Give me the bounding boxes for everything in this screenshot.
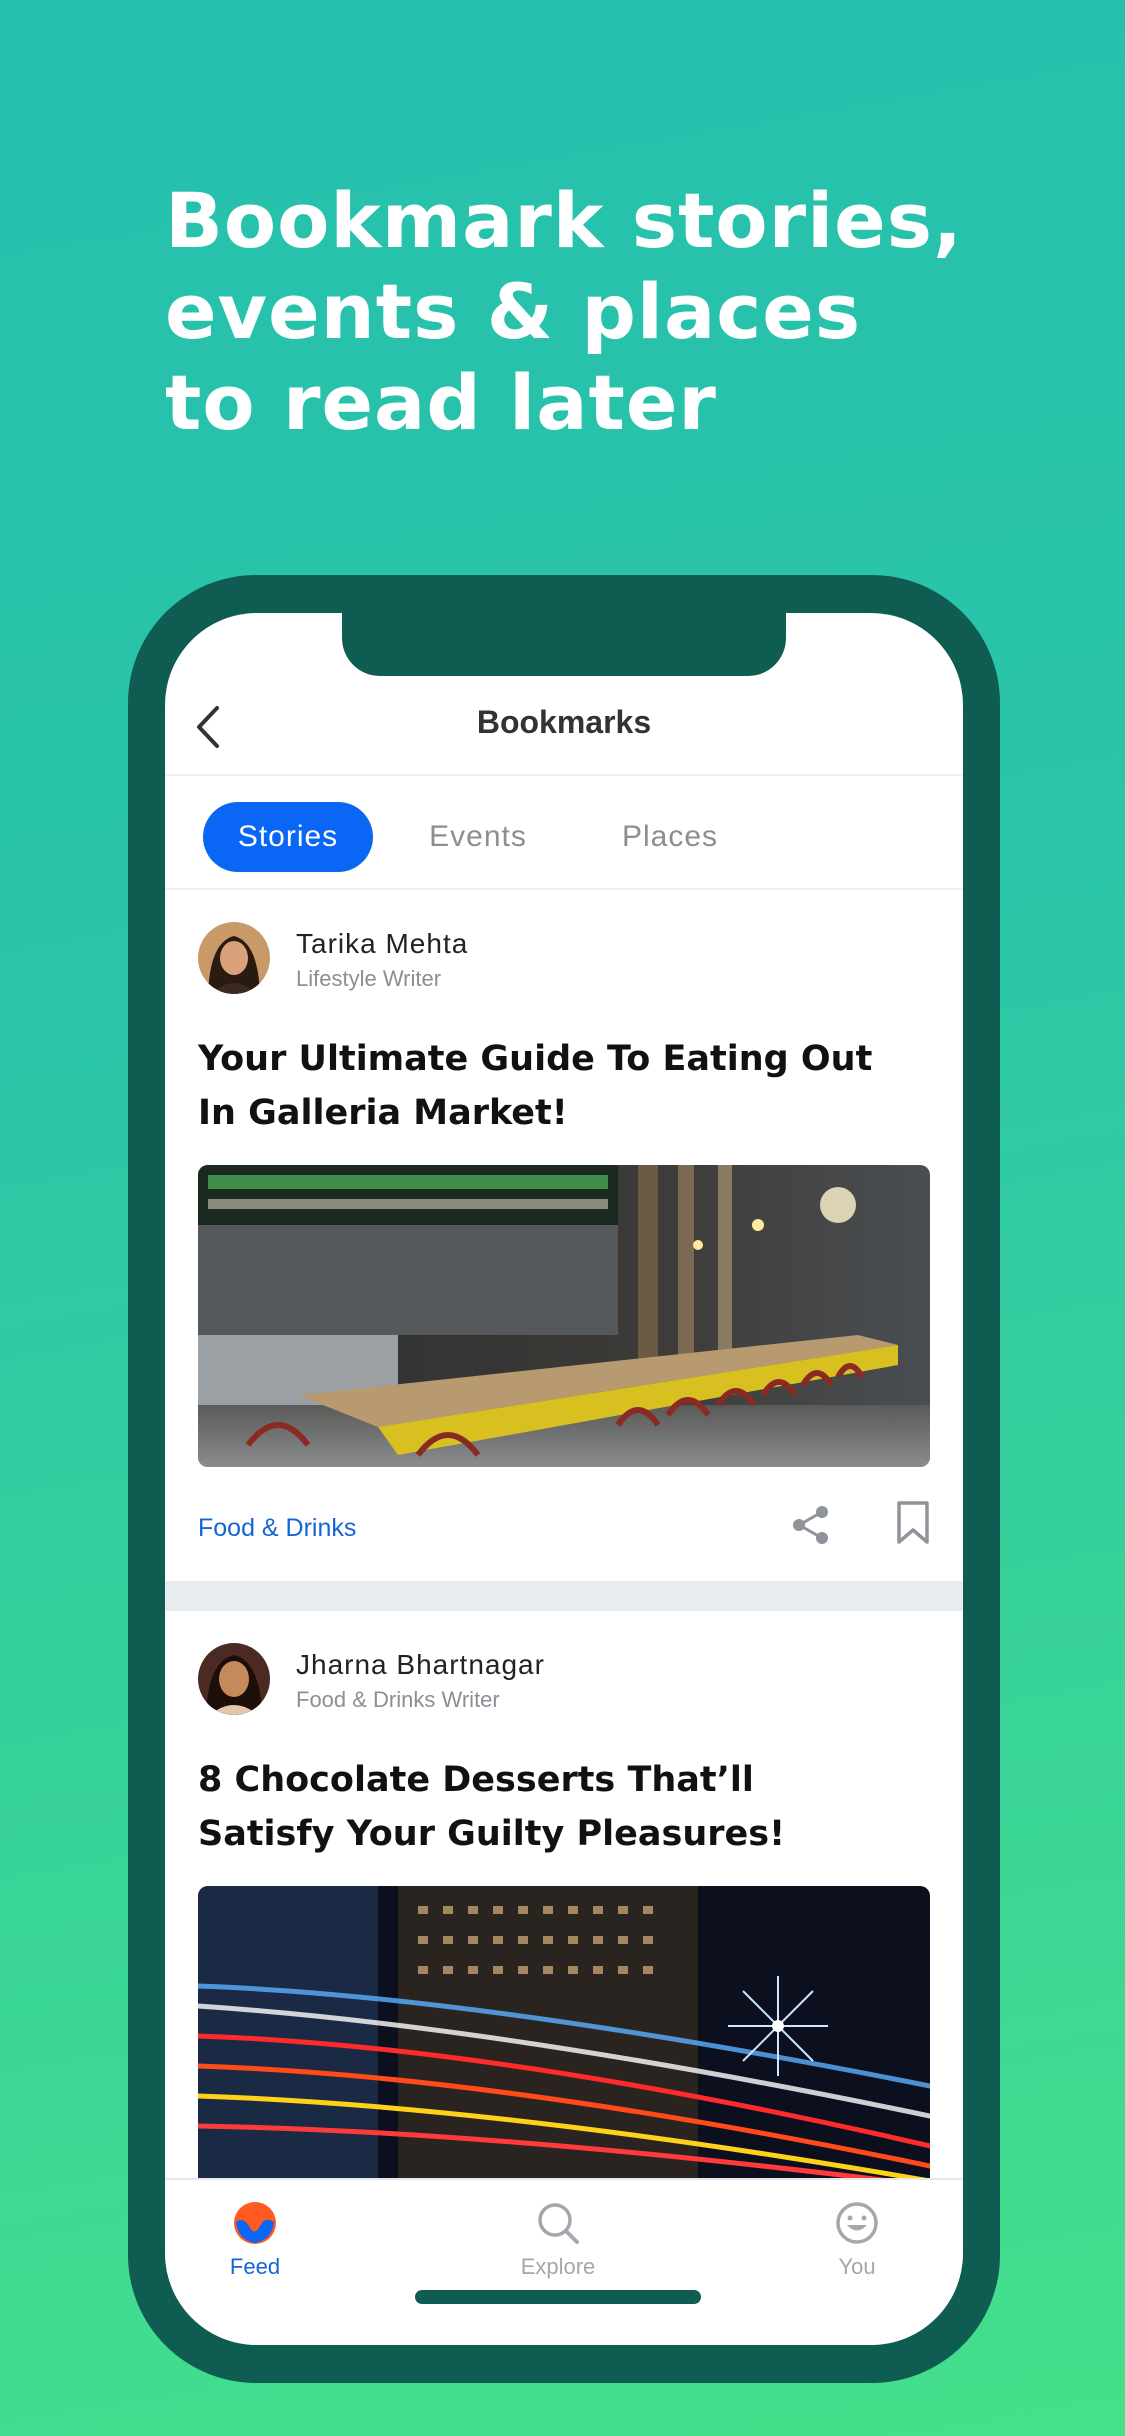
avatar[interactable]	[198, 1643, 270, 1715]
page-title: Bookmarks	[476, 704, 652, 740]
segment-tabs: Stories Events Places	[165, 778, 963, 890]
author-role: Lifestyle Writer	[296, 966, 442, 991]
share-icon	[793, 1506, 828, 1544]
navigation-bar: Bookmarks	[165, 676, 963, 776]
story-title[interactable]: Your Ultimate Guide To Eating Out In Gal…	[198, 1032, 918, 1140]
bookmark-icon	[897, 1501, 929, 1544]
tab-stories[interactable]: Stories	[203, 802, 373, 872]
author-name[interactable]: Jharna Bhartnagar	[296, 1649, 545, 1681]
category-link[interactable]: Food & Drinks	[198, 1514, 356, 1543]
tabbar-item-feed[interactable]: Feed	[185, 2200, 325, 2290]
headline-line-3: to read later	[165, 358, 717, 447]
phone-notch	[342, 613, 786, 676]
home-indicator[interactable]	[415, 2290, 701, 2304]
smiley-face-icon	[836, 2202, 878, 2244]
tabbar-label-feed: Feed	[229, 2254, 281, 2279]
story-card[interactable]: Tarika Mehta Lifestyle Writer Your Ultim…	[165, 892, 963, 1580]
search-icon	[538, 2203, 579, 2244]
share-button[interactable]	[790, 1504, 832, 1546]
headline-line-1: Bookmark stories,	[165, 176, 963, 265]
story-title-line-2: In Galleria Market!	[198, 1093, 568, 1133]
card-divider	[165, 1581, 963, 1611]
headline: Bookmark stories, events & places to rea…	[165, 175, 963, 448]
tabbar-label-explore: Explore	[520, 2254, 596, 2279]
tabbar-label-you: You	[838, 2254, 876, 2279]
tab-places[interactable]: Places	[595, 802, 745, 872]
tabbar-item-you[interactable]: You	[787, 2200, 927, 2290]
bottom-tab-bar: Feed Explore You	[165, 2178, 963, 2345]
phone-screen: Bookmarks Stories Events Places Tarika M…	[165, 613, 963, 2345]
story-title-line-1: Your Ultimate Guide To Eating Out	[198, 1039, 873, 1079]
headline-line-2: events & places	[165, 267, 862, 356]
author-name[interactable]: Tarika Mehta	[296, 928, 468, 960]
avatar[interactable]	[198, 922, 270, 994]
tab-events[interactable]: Events	[403, 802, 553, 872]
story-card[interactable]: Jharna Bhartnagar Food & Drinks Writer 8…	[165, 1613, 963, 2213]
bookmark-button[interactable]	[895, 1500, 931, 1546]
story-title-line-2: Satisfy Your Guilty Pleasures!	[198, 1814, 786, 1854]
story-title-line-1: 8 Chocolate Desserts That’ll	[198, 1760, 754, 1800]
restaurant-bar-photo[interactable]	[198, 1165, 930, 1467]
author-role: Food & Drinks Writer	[296, 1687, 500, 1712]
story-title[interactable]: 8 Chocolate Desserts That’ll Satisfy You…	[198, 1753, 918, 1861]
city-night-light-trails-photo[interactable]	[198, 1886, 930, 2188]
feed-logo-icon	[234, 2202, 276, 2244]
tabbar-item-explore[interactable]: Explore	[488, 2200, 628, 2290]
phone-frame: Bookmarks Stories Events Places Tarika M…	[128, 575, 1000, 2383]
